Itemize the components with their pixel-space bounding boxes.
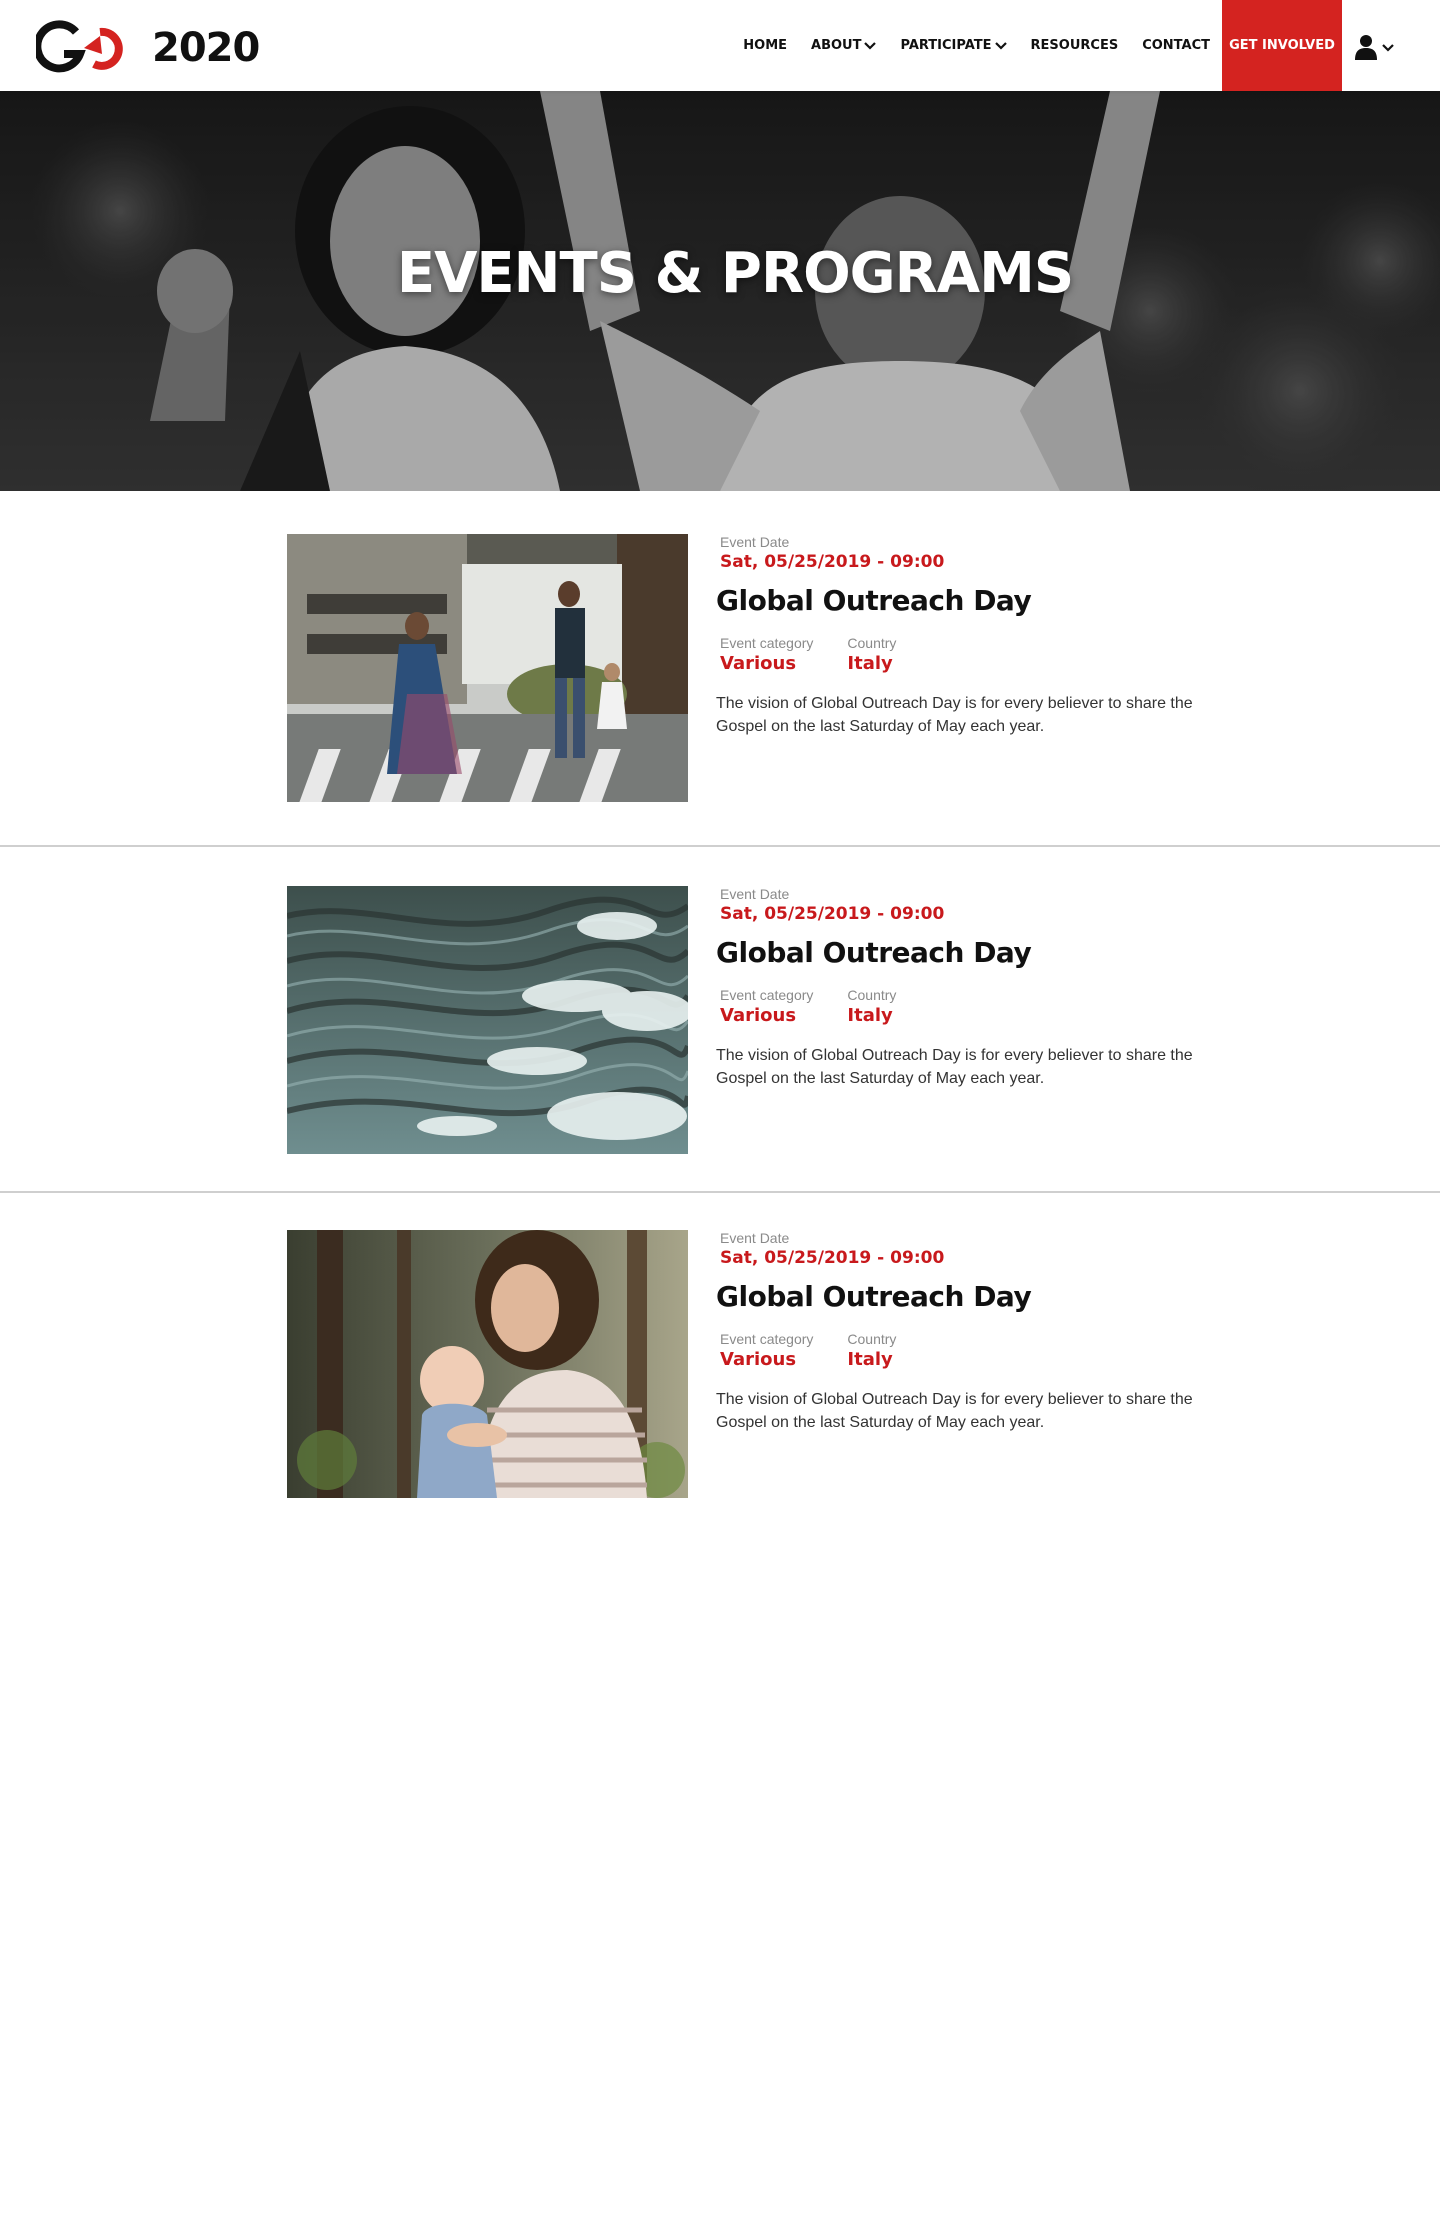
event-meta: Event category Various Country Italy	[720, 1331, 1236, 1370]
event-details: Event Date Sat, 05/25/2019 - 09:00 Globa…	[716, 1230, 1236, 1434]
event-date-label: Event Date	[720, 534, 790, 550]
event-date-label: Event Date	[720, 886, 790, 902]
event-category-label: Event category	[720, 1331, 814, 1347]
event-details: Event Date Sat, 05/25/2019 - 09:00 Globa…	[716, 886, 1236, 1090]
event-divider	[0, 845, 1440, 847]
event-category-value: Various	[720, 1005, 797, 1026]
event-category-value: Various	[720, 1349, 797, 1370]
country-value: Italy	[847, 1005, 893, 1026]
event-date: Sat, 05/25/2019 - 09:00	[720, 552, 945, 572]
event-title[interactable]: Global Outreach Day	[716, 1280, 1236, 1313]
event-meta: Event category Various Country Italy	[720, 635, 1236, 674]
family-crossing-street-photo	[287, 534, 688, 802]
event-date: Sat, 05/25/2019 - 09:00	[720, 904, 945, 924]
event-title[interactable]: Global Outreach Day	[716, 936, 1236, 969]
country-label: Country	[847, 635, 897, 651]
get-involved-button[interactable]: GET INVOLVED	[1222, 0, 1342, 91]
ocean-waves-photo	[287, 886, 688, 1154]
chevron-down-icon	[1382, 43, 1394, 52]
event-title[interactable]: Global Outreach Day	[716, 584, 1236, 617]
event-image[interactable]	[287, 886, 688, 1154]
main-nav: HOME ABOUT PARTICIPATE RESOURCES CONTACT…	[719, 0, 1342, 91]
event-divider	[0, 1191, 1440, 1193]
chevron-down-icon	[864, 42, 877, 50]
site-logo[interactable]: 2020	[36, 20, 260, 76]
nav-contact[interactable]: CONTACT	[1142, 38, 1210, 53]
event-category-value: Various	[720, 653, 797, 674]
event-description: The vision of Global Outreach Day is for…	[716, 695, 1193, 735]
nav-participate-label: PARTICIPATE	[900, 38, 992, 53]
hero-banner: EVENTS & PROGRAMS	[0, 91, 1440, 491]
logo-year: 2020	[152, 25, 260, 71]
go-logo-icon	[36, 20, 123, 73]
nav-home[interactable]: HOME	[743, 38, 787, 53]
event-card: Event Date Sat, 05/25/2019 - 09:00 Globa…	[0, 534, 1440, 804]
event-description: The vision of Global Outreach Day is for…	[716, 1047, 1193, 1087]
user-menu[interactable]	[1354, 34, 1394, 60]
event-card: Event Date Sat, 05/25/2019 - 09:00 Globa…	[0, 886, 1440, 1156]
mother-holding-baby-photo	[287, 1230, 688, 1498]
country-value: Italy	[847, 653, 893, 674]
event-date: Sat, 05/25/2019 - 09:00	[720, 1248, 945, 1268]
event-card: Event Date Sat, 05/25/2019 - 09:00 Globa…	[0, 1230, 1440, 1500]
country-label: Country	[847, 987, 897, 1003]
country-label: Country	[847, 1331, 897, 1347]
event-category-label: Event category	[720, 987, 814, 1003]
nav-participate[interactable]: PARTICIPATE	[900, 38, 1007, 53]
event-description: The vision of Global Outreach Day is for…	[716, 1391, 1193, 1431]
event-details: Event Date Sat, 05/25/2019 - 09:00 Globa…	[716, 534, 1236, 738]
event-image[interactable]	[287, 534, 688, 802]
nav-about-label: ABOUT	[811, 38, 862, 53]
nav-about[interactable]: ABOUT	[811, 38, 877, 53]
chevron-down-icon	[994, 42, 1007, 50]
country-value: Italy	[847, 1349, 893, 1370]
nav-resources[interactable]: RESOURCES	[1031, 38, 1119, 53]
event-date-label: Event Date	[720, 1230, 790, 1246]
page-title: EVENTS & PROGRAMS	[396, 241, 1074, 306]
event-category-label: Event category	[720, 635, 814, 651]
user-icon	[1355, 35, 1377, 60]
site-header: 2020 HOME ABOUT PARTICIPATE RESOURCES CO…	[0, 0, 1440, 91]
event-image[interactable]	[287, 1230, 688, 1498]
event-meta: Event category Various Country Italy	[720, 987, 1236, 1026]
